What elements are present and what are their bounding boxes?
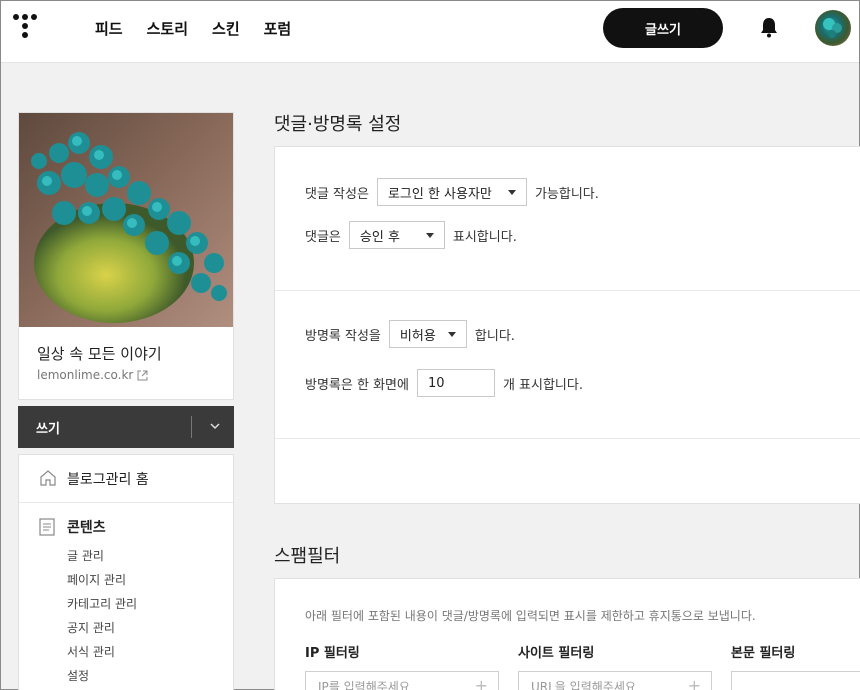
ip-filter-placeholder: IP를 입력해주세요 [318,680,410,690]
comment-permission-row: 댓글 작성은 로그인 한 사용자만 가능합니다. [305,178,599,206]
guestbook-count-row: 방명록은 한 화면에 10 개 표시합니다. [305,369,583,397]
spam-description: 아래 필터에 포함된 내용이 댓글/방명록에 입력되면 표시를 제한하고 휴지통… [305,609,756,623]
write-button[interactable]: 쓰기 [36,418,60,437]
nav-forum[interactable]: 포럼 [264,18,292,39]
add-icon[interactable]: + [688,676,701,690]
caret-down-icon [507,190,516,195]
external-link-icon [137,370,148,380]
divider [275,438,860,439]
document-icon [39,518,55,536]
body-filter-head: 본문 필터링 [731,646,796,661]
menu-item-notices[interactable]: 공지 관리 [67,619,115,636]
guestbook-permission-value: 비허용 [399,328,436,344]
menu-item-categories[interactable]: 카테고리 관리 [67,595,137,612]
site-filter-input[interactable]: URL을 입력해주세요 + [518,671,712,690]
site-filter-head: 사이트 필터링 [518,646,595,661]
comment-permission-select[interactable]: 로그인 한 사용자만 [376,178,527,206]
nav-feed[interactable]: 피드 [95,18,123,39]
comment-display-row: 댓글은 승인 후 표시합니다. [305,221,517,249]
menu-item-templates[interactable]: 서식 관리 [67,643,115,660]
caret-down-icon [447,332,456,337]
blog-url-link[interactable]: lemonlime.co.kr [37,368,148,382]
guestbook-permission-prefix: 방명록 작성을 [305,328,381,344]
comment-display-select[interactable]: 승인 후 [348,221,445,249]
divider [275,290,860,291]
ip-filter-input[interactable]: IP를 입력해주세요 + [305,671,499,690]
nav-skin[interactable]: 스킨 [212,18,240,39]
chevron-down-icon[interactable] [206,417,224,435]
comments-panel: 댓글 작성은 로그인 한 사용자만 가능합니다. 댓글은 승인 후 표시합니다.… [274,146,860,504]
guestbook-count-suffix: 개 표시합니다. [502,377,583,393]
ip-filter-head: IP 필터링 [305,646,360,661]
top-bar: 피드 스토리 스킨 포럼 글쓰기 [1,1,859,63]
comment-permission-value: 로그인 한 사용자만 [387,186,492,202]
menu-item-posts[interactable]: 글 관리 [67,547,104,564]
blog-title[interactable]: 일상 속 모든 이야기 [37,343,162,364]
menu-contents-head[interactable]: 콘텐츠 [67,517,106,537]
comment-permission-prefix: 댓글 작성은 [305,186,369,202]
write-bar: 쓰기 [18,406,234,448]
avatar[interactable] [815,10,851,46]
guestbook-permission-row: 방명록 작성을 비허용 합니다. [305,320,515,348]
guestbook-permission-select[interactable]: 비허용 [388,320,467,348]
tistory-logo-icon[interactable] [13,14,39,40]
body-filter-input[interactable] [731,671,860,690]
comment-display-value: 승인 후 [359,229,400,245]
nav-story[interactable]: 스토리 [147,18,188,39]
comments-section-title: 댓글·방명록 설정 [274,114,402,135]
comment-display-suffix: 표시합니다. [452,229,517,245]
blog-profile-card: 일상 속 모든 이야기 lemonlime.co.kr [18,112,234,400]
guestbook-count-prefix: 방명록은 한 화면에 [305,377,409,393]
admin-menu: 블로그관리 홈 콘텐츠 글 관리 페이지 관리 카테고리 관리 공지 관리 서식… [18,454,234,690]
write-bar-divider [191,416,192,438]
site-filter-placeholder: URL을 입력해주세요 [531,680,636,690]
menu-item-settings[interactable]: 설정 [67,667,89,684]
write-post-button[interactable]: 글쓰기 [603,8,723,48]
spam-section-title: 스팸필터 [274,546,341,567]
caret-down-icon [425,233,434,238]
blog-url-text: lemonlime.co.kr [37,368,134,382]
comment-display-prefix: 댓글은 [305,229,341,245]
guestbook-count-input[interactable]: 10 [416,369,495,397]
spam-panel: 아래 필터에 포함된 내용이 댓글/방명록에 입력되면 표시를 제한하고 휴지통… [274,578,860,690]
blog-cover-image [19,113,233,327]
main-nav: 피드 스토리 스킨 포럼 [95,18,291,39]
menu-item-pages[interactable]: 페이지 관리 [67,571,126,588]
add-icon[interactable]: + [475,676,488,690]
comment-permission-suffix: 가능합니다. [534,186,599,202]
guestbook-permission-suffix: 합니다. [474,328,515,344]
bell-icon[interactable] [759,16,779,38]
menu-section-contents: 콘텐츠 글 관리 페이지 관리 카테고리 관리 공지 관리 서식 관리 설정 [19,455,233,683]
